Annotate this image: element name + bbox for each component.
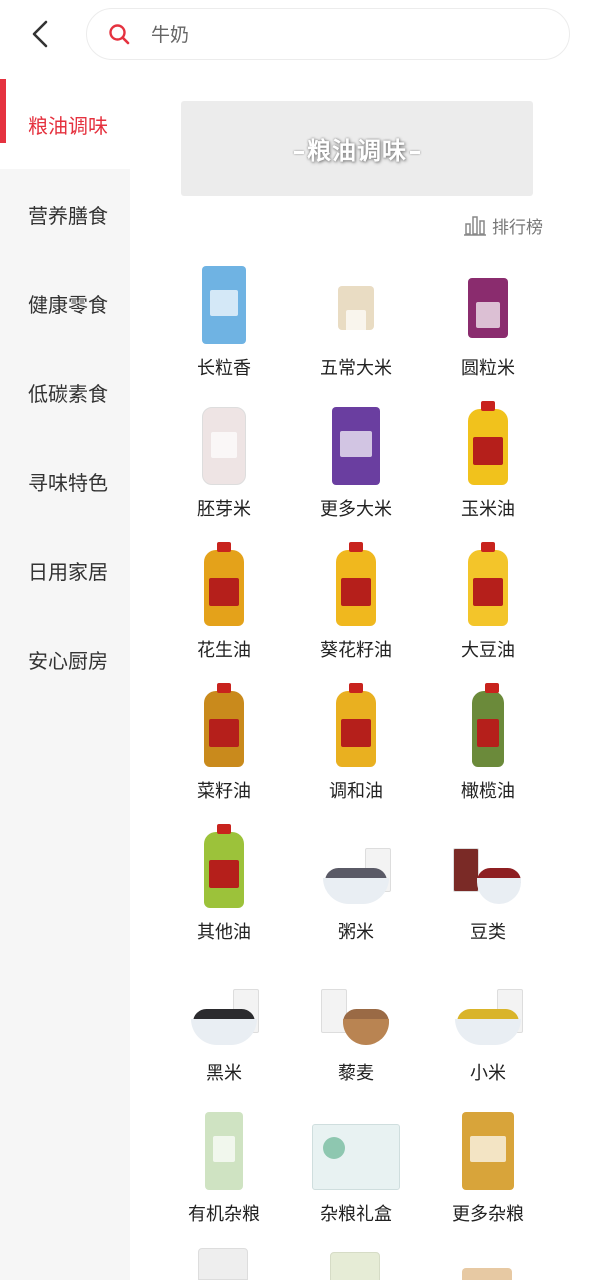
product-image [316, 399, 396, 485]
subcategory-label: 五常大米 [320, 358, 392, 379]
subcategory-label: 橄榄油 [461, 781, 515, 802]
sidebar-item-label: 日用家居 [28, 559, 108, 584]
subcategory-label: 大豆油 [461, 640, 515, 661]
product-image [316, 258, 396, 344]
subcategory-label: 藜麦 [338, 1063, 374, 1084]
product-image [448, 399, 528, 485]
subcategory-label: 花生油 [197, 640, 251, 661]
subcategory-label: 粥米 [338, 922, 374, 943]
bar-chart-icon [464, 216, 486, 236]
subcategory-label: 玉米油 [461, 499, 515, 520]
product-image [184, 399, 264, 485]
sidebar-item-low-carb[interactable]: 低碳素食 [0, 347, 130, 437]
subcategory-label: 有机杂粮 [188, 1204, 260, 1225]
subcategory-label: 胚芽米 [197, 499, 251, 520]
subcategory-item[interactable]: 橄榄油 [422, 681, 554, 822]
subcategory-item[interactable]: 其他油 [158, 822, 290, 963]
product-image [448, 681, 528, 767]
back-button[interactable] [22, 14, 58, 54]
product-image [316, 540, 396, 626]
chevron-left-icon [32, 20, 48, 48]
subcategory-item[interactable]: 五常大米 [290, 258, 422, 399]
search-icon [109, 24, 130, 45]
category-sidebar: 粮油调味 营养膳食 健康零食 低碳素食 寻味特色 日用家居 安心厨房 [0, 79, 130, 1280]
sidebar-item-label: 寻味特色 [28, 470, 108, 495]
product-image [462, 1268, 512, 1280]
subcategory-item[interactable]: 粥米 [290, 822, 422, 963]
search-bar[interactable]: 牛奶 [86, 8, 570, 60]
product-image [184, 963, 264, 1049]
banner-title: 粮油调味 [291, 131, 423, 166]
product-image [448, 1104, 528, 1190]
subcategory-label: 调和油 [329, 781, 383, 802]
subcategory-label: 长粒香 [197, 358, 251, 379]
subcategory-label: 更多大米 [320, 499, 392, 520]
sidebar-item-specialty[interactable]: 寻味特色 [0, 436, 130, 526]
sidebar-item-kitchen[interactable]: 安心厨房 [0, 614, 130, 704]
sidebar-item-label: 安心厨房 [28, 648, 108, 673]
product-image [448, 822, 528, 908]
product-image [316, 822, 396, 908]
subcategory-item[interactable]: 长粒香 [158, 258, 290, 399]
product-image [184, 258, 264, 344]
product-image [448, 540, 528, 626]
sidebar-item-household[interactable]: 日用家居 [0, 525, 130, 615]
subcategory-item[interactable]: 玉米油 [422, 399, 554, 540]
subcategory-item[interactable]: 葵花籽油 [290, 540, 422, 681]
top-bar: 牛奶 [0, 0, 594, 68]
sidebar-item-snacks[interactable]: 健康零食 [0, 258, 130, 348]
sidebar-item-label: 营养膳食 [28, 203, 108, 228]
subcategory-item[interactable]: 更多大米 [290, 399, 422, 540]
subcategory-item[interactable]: 菜籽油 [158, 681, 290, 822]
subcategory-item[interactable]: 胚芽米 [158, 399, 290, 540]
subcategory-label: 更多杂粮 [452, 1204, 524, 1225]
sidebar-item-grain-oil[interactable]: 粮油调味 [0, 79, 130, 169]
sidebar-item-label: 粮油调味 [28, 113, 108, 138]
subcategory-label: 菜籽油 [197, 781, 251, 802]
product-image [316, 963, 396, 1049]
sidebar-item-nutrition[interactable]: 营养膳食 [0, 169, 130, 259]
product-image [448, 258, 528, 344]
subcategory-item[interactable]: 黑米 [158, 963, 290, 1104]
ranking-label: 排行榜 [492, 217, 543, 238]
search-placeholder: 牛奶 [151, 24, 190, 46]
subcategory-item[interactable]: 调和油 [290, 681, 422, 822]
subcategory-label: 小米 [470, 1063, 506, 1084]
subcategory-item[interactable]: 藜麦 [290, 963, 422, 1104]
product-image [316, 681, 396, 767]
subcategory-label: 圆粒米 [461, 358, 515, 379]
sidebar-item-label: 健康零食 [28, 292, 108, 317]
category-banner[interactable]: 粮油调味 [181, 101, 533, 196]
subcategory-label: 葵花籽油 [320, 640, 392, 661]
subcategory-item[interactable]: 大豆油 [422, 540, 554, 681]
sidebar-item-label: 低碳素食 [28, 381, 108, 406]
product-image [448, 963, 528, 1049]
ranking-link[interactable]: 排行榜 [464, 212, 543, 238]
subcategory-item[interactable]: 更多杂粮 [422, 1104, 554, 1245]
product-image [184, 540, 264, 626]
subcategory-label: 其他油 [197, 922, 251, 943]
subcategory-item[interactable]: 小米 [422, 963, 554, 1104]
product-image [198, 1248, 248, 1280]
product-image [184, 822, 264, 908]
subcategory-item[interactable]: 豆类 [422, 822, 554, 963]
product-image [330, 1252, 380, 1280]
product-image [184, 681, 264, 767]
subcategory-item[interactable]: 圆粒米 [422, 258, 554, 399]
subcategory-label: 豆类 [470, 922, 506, 943]
subcategory-item[interactable]: 花生油 [158, 540, 290, 681]
subcategory-label: 杂粮礼盒 [320, 1204, 392, 1225]
subcategory-item[interactable]: 有机杂粮 [158, 1104, 290, 1245]
subcategory-label: 黑米 [206, 1063, 242, 1084]
subcategory-item[interactable]: 杂粮礼盒 [290, 1104, 422, 1245]
product-image [184, 1104, 264, 1190]
product-image [304, 1104, 408, 1190]
